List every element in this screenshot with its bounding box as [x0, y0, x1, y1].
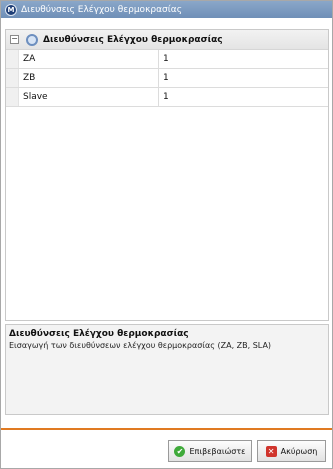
- property-name: Slave: [19, 88, 159, 106]
- x-icon: ✕: [265, 445, 277, 457]
- property-value-input[interactable]: 1: [159, 88, 328, 106]
- description-panel: Διευθύνσεις Ελέγχου θερμοκρασίας Εισαγωγ…: [5, 324, 329, 415]
- row-gutter: [6, 88, 19, 106]
- property-name: ZA: [19, 50, 159, 68]
- cancel-button-label: Ακύρωση: [280, 446, 318, 456]
- dialog-window: M Διευθύνσεις Ελέγχου θερμοκρασίας − Διε…: [0, 0, 333, 469]
- check-icon: ✔: [174, 445, 186, 457]
- property-grid: − Διευθύνσεις Ελέγχου θερμοκρασίας ZA 1 …: [5, 29, 329, 321]
- confirm-button[interactable]: ✔ Επιβεβαιώστε: [168, 440, 252, 462]
- property-row-za[interactable]: ZA 1: [6, 50, 328, 69]
- title-bar[interactable]: M Διευθύνσεις Ελέγχου θερμοκρασίας: [1, 1, 332, 18]
- confirm-button-label: Επιβεβαιώστε: [189, 446, 246, 456]
- property-name: ZB: [19, 69, 159, 87]
- category-label: Διευθύνσεις Ελέγχου θερμοκρασίας: [43, 34, 223, 45]
- cancel-button[interactable]: ✕ Ακύρωση: [257, 440, 326, 462]
- row-gutter: [6, 69, 19, 87]
- grid-empty-area: [6, 108, 328, 320]
- category-row[interactable]: − Διευθύνσεις Ελέγχου θερμοκρασίας: [6, 30, 328, 50]
- row-gutter: [6, 50, 19, 68]
- property-row-zb[interactable]: ZB 1: [6, 69, 328, 88]
- property-value-input[interactable]: 1: [159, 50, 328, 68]
- description-title: Διευθύνσεις Ελέγχου θερμοκρασίας: [9, 329, 189, 339]
- footer-divider: [1, 428, 332, 430]
- property-value-input[interactable]: 1: [159, 69, 328, 87]
- collapse-icon[interactable]: −: [10, 35, 19, 44]
- gear-icon: [26, 33, 38, 46]
- app-icon: M: [5, 3, 17, 16]
- window-title: Διευθύνσεις Ελέγχου θερμοκρασίας: [21, 4, 182, 15]
- description-text: Εισαγωγή των διευθύνσεων ελέγχου θερμοκρ…: [9, 341, 272, 350]
- property-row-slave[interactable]: Slave 1: [6, 88, 328, 107]
